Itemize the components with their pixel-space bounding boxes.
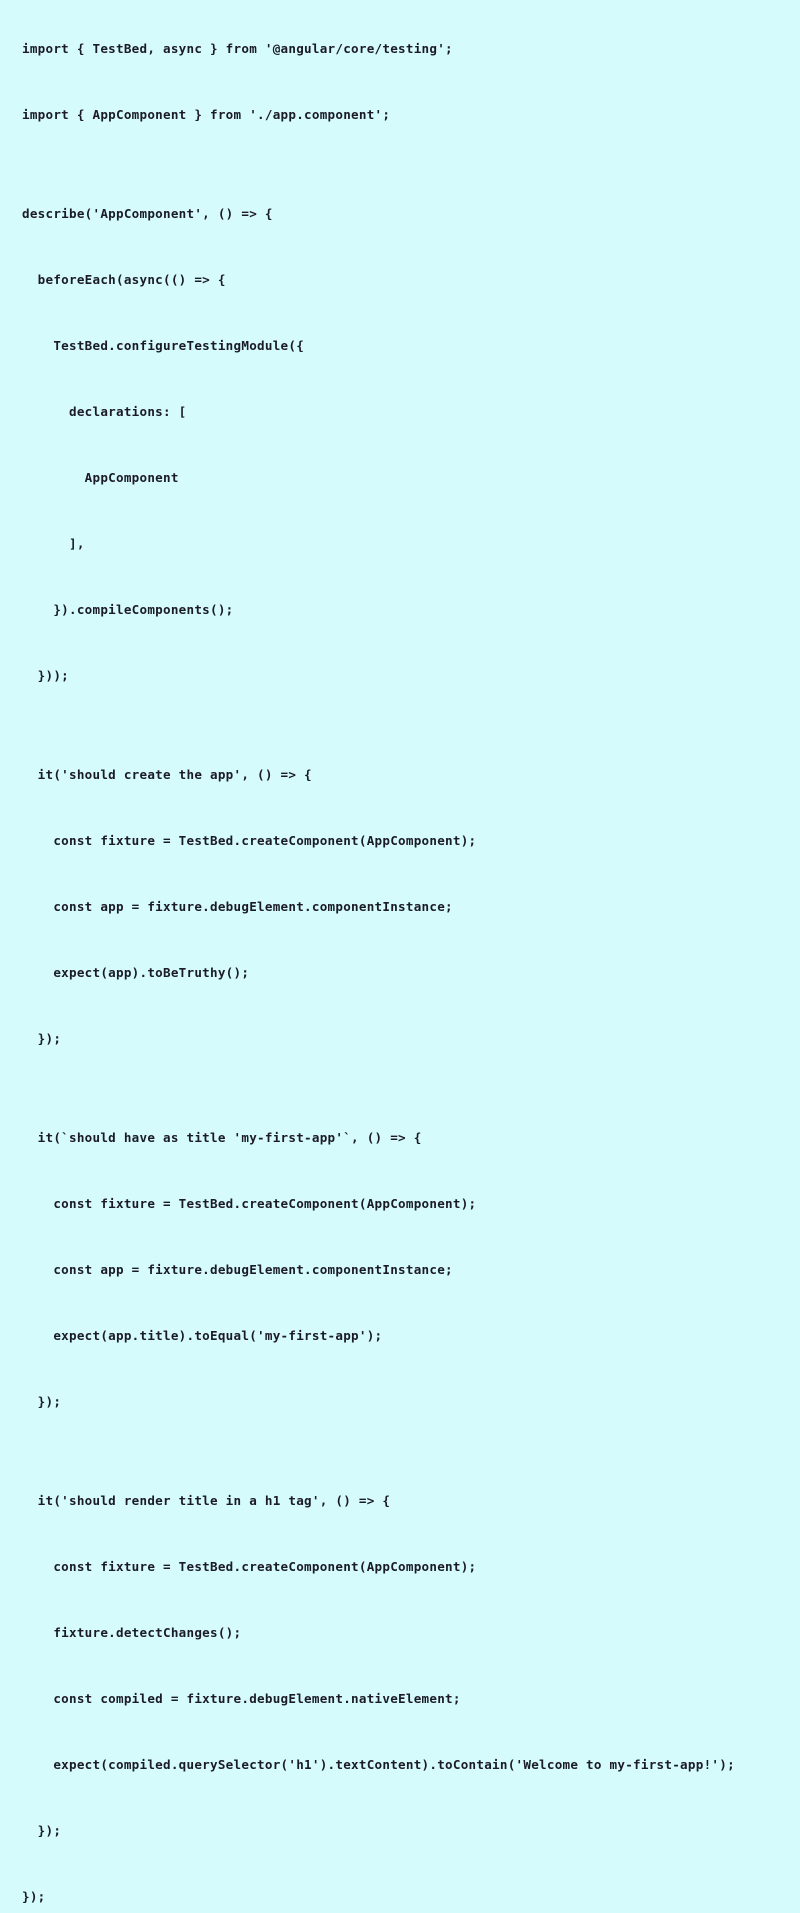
code-line: AppComponent: [22, 470, 179, 485]
code-line: TestBed.configureTestingModule({: [22, 338, 305, 353]
code-line: }).compileComponents();: [22, 602, 234, 617]
code-line: it(`should have as title 'my-first-app'`…: [22, 1130, 422, 1145]
code-line: beforeEach(async(() => {: [22, 272, 226, 287]
code-line: const fixture = TestBed.createComponent(…: [22, 1196, 477, 1211]
code-line: const fixture = TestBed.createComponent(…: [22, 833, 477, 848]
code-line: const app = fixture.debugElement.compone…: [22, 899, 453, 914]
code-line: describe('AppComponent', () => {: [22, 206, 273, 221]
code-line: it('should render title in a h1 tag', ()…: [22, 1493, 391, 1508]
code-line: });: [22, 1031, 62, 1046]
code-line: }));: [22, 668, 70, 683]
code-line: it('should create the app', () => {: [22, 767, 312, 782]
code-line: const compiled = fixture.debugElement.na…: [22, 1691, 461, 1706]
code-line: const app = fixture.debugElement.compone…: [22, 1262, 453, 1277]
code-listing: import { TestBed, async } from '@angular…: [0, 0, 800, 1904]
code-line: expect(app.title).toEqual('my-first-app'…: [22, 1328, 383, 1343]
code-line: declarations: [: [22, 404, 187, 419]
code-line: import { TestBed, async } from '@angular…: [22, 41, 453, 56]
code-line: });: [22, 1394, 62, 1409]
code-line: expect(compiled.querySelector('h1').text…: [22, 1757, 735, 1772]
code-line: const fixture = TestBed.createComponent(…: [22, 1559, 477, 1574]
code-line: ],: [22, 536, 85, 551]
code-line: });: [22, 1889, 46, 1904]
code-line: });: [22, 1823, 62, 1838]
code-line: fixture.detectChanges();: [22, 1625, 242, 1640]
code-line: import { AppComponent } from './app.comp…: [22, 107, 391, 122]
code-line: expect(app).toBeTruthy();: [22, 965, 250, 980]
